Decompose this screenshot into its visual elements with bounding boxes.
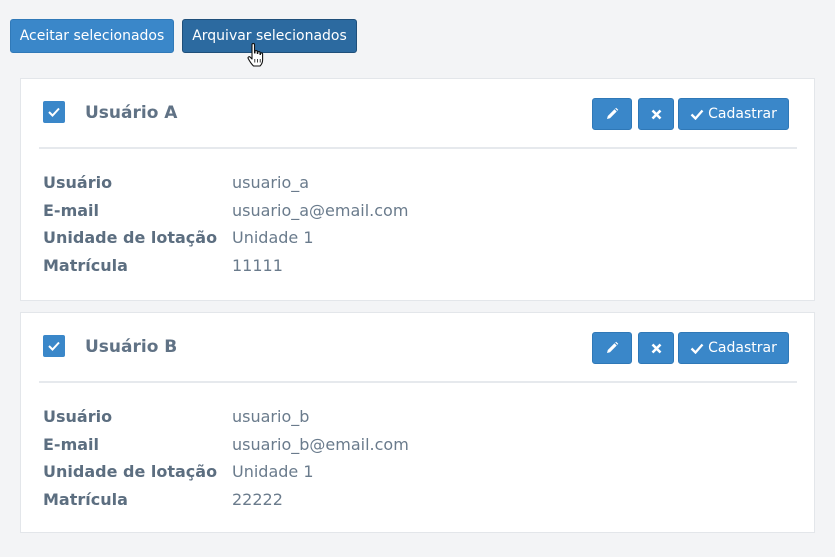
check-icon (690, 109, 704, 120)
field-label: Usuário (43, 407, 113, 426)
field-value: usuario_b@email.com (232, 434, 409, 454)
field-label: Unidade de lotação (43, 462, 218, 481)
select-checkbox[interactable] (43, 335, 65, 357)
archive-selected-label: Arquivar selecionados (192, 28, 347, 44)
field-label: E-mail (43, 434, 100, 454)
pencil-icon (607, 341, 619, 353)
divider (39, 147, 797, 149)
field-value: Unidade 1 (232, 228, 314, 247)
field-label: Matrícula (43, 489, 128, 509)
field-label: Unidade de lotação (43, 228, 218, 247)
field-value: usuario_b (232, 407, 310, 426)
user-card: Usuário A Cadastrar Usuário usuario_a E-… (20, 78, 815, 301)
edit-button[interactable] (592, 332, 632, 364)
accept-selected-label: Aceitar selecionados (19, 28, 165, 44)
register-label: Cadastrar (708, 340, 777, 356)
hand-pointer-icon (247, 42, 264, 67)
field-value: 22222 (232, 489, 283, 509)
close-icon (651, 109, 661, 119)
delete-button[interactable] (638, 98, 674, 130)
register-button[interactable]: Cadastrar (678, 98, 789, 130)
archive-selected-button[interactable]: Arquivar selecionados (182, 19, 357, 53)
edit-button[interactable] (592, 98, 632, 130)
check-icon (48, 107, 60, 117)
field-label: E-mail (43, 200, 100, 220)
field-value: usuario_a (232, 173, 310, 192)
delete-button[interactable] (638, 332, 674, 364)
divider (39, 381, 797, 383)
field-value: Unidade 1 (232, 462, 314, 481)
card-title: Usuário A (85, 103, 178, 123)
check-icon (48, 341, 60, 351)
field-value: 11111 (232, 255, 283, 275)
card-title: Usuário B (85, 337, 178, 357)
pencil-icon (607, 107, 619, 119)
register-label: Cadastrar (708, 106, 777, 122)
field-value: usuario_a@email.com (232, 200, 409, 220)
check-icon (690, 343, 704, 354)
field-label: Matrícula (43, 255, 128, 275)
field-label: Usuário (43, 173, 113, 192)
user-card: Usuário B Cadastrar Usuário usuario_b E-… (20, 312, 815, 533)
select-checkbox[interactable] (43, 101, 65, 123)
close-icon (651, 343, 661, 353)
register-button[interactable]: Cadastrar (678, 332, 789, 364)
accept-selected-button[interactable]: Aceitar selecionados (10, 19, 174, 53)
